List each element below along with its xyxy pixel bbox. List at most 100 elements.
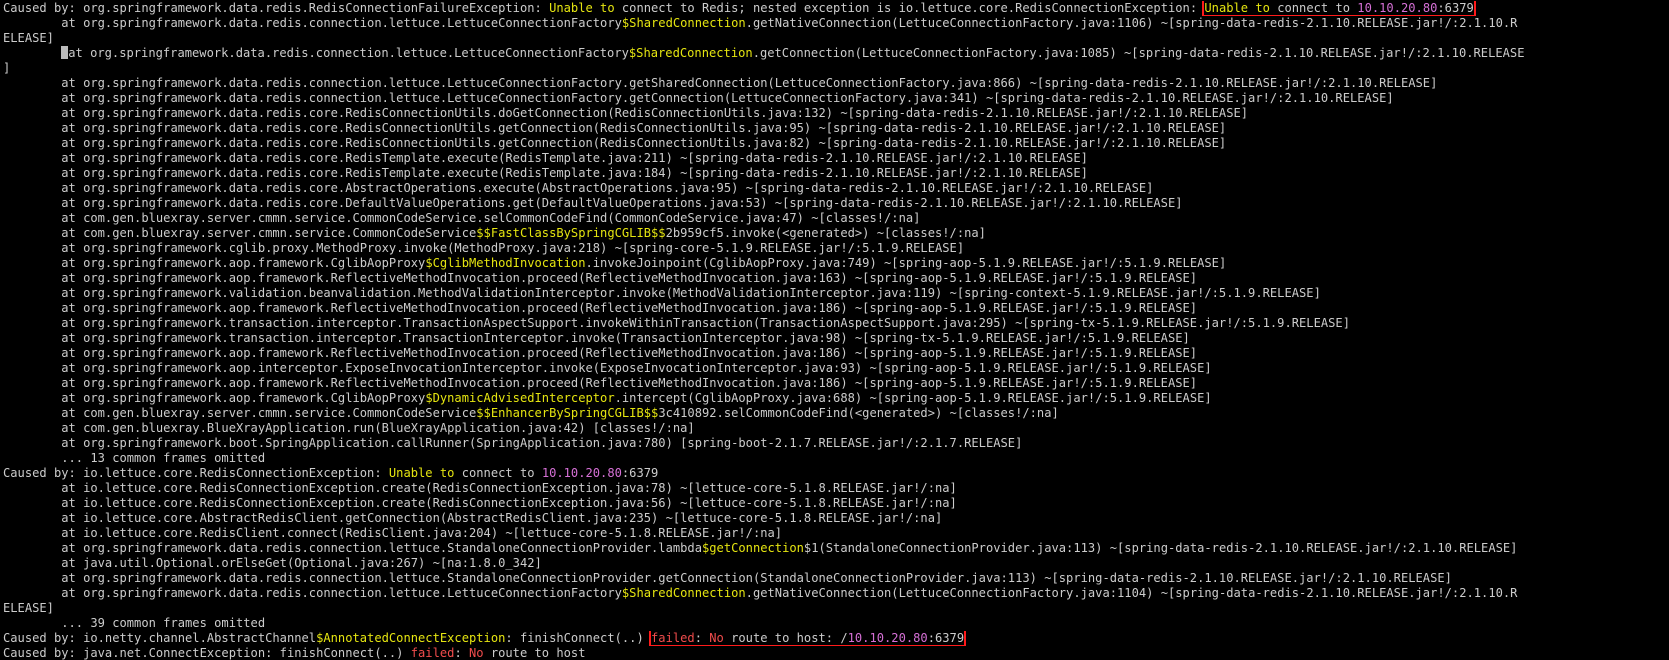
log-text: :6379	[927, 631, 965, 645]
log-line: at org.springframework.aop.framework.Cgl…	[3, 256, 1669, 271]
log-text: ELEASE]	[3, 601, 54, 615]
log-line: at org.springframework.aop.framework.Ref…	[3, 346, 1669, 361]
log-text: route to host: /	[723, 631, 848, 645]
log-text: :	[694, 631, 710, 645]
log-line: at org.springframework.data.redis.core.D…	[3, 196, 1669, 211]
log-highlight-yellow: Unable to	[1204, 1, 1270, 15]
log-text: Caused by: org.springframework.data.redi…	[3, 1, 550, 15]
log-line: at org.springframework.data.redis.connec…	[3, 586, 1669, 601]
log-text: at org.springframework.data.redis.core.R…	[3, 166, 1088, 180]
log-line: at org.springframework.aop.interceptor.E…	[3, 361, 1669, 376]
log-highlight-yellow: $$FastClassBySpringCGLIB$$	[476, 226, 666, 240]
log-line: at org.springframework.data.redis.connec…	[3, 16, 1669, 31]
log-text: at org.springframework.data.redis.core.R…	[3, 136, 1227, 150]
log-line: at org.springframework.transaction.inter…	[3, 316, 1669, 331]
log-line: Caused by: io.netty.channel.AbstractChan…	[3, 631, 1669, 646]
log-line: at io.lettuce.core.RedisClient.connect(R…	[3, 526, 1669, 541]
error-highlight-box: failed: No route to host: /10.10.20.80:6…	[649, 631, 967, 646]
log-line: at org.springframework.transaction.inter…	[3, 331, 1669, 346]
log-line: ... 13 common frames omitted	[3, 451, 1669, 466]
log-line: at org.springframework.data.redis.connec…	[3, 571, 1669, 586]
log-text: connect to Redis; nested exception is io…	[614, 1, 1205, 15]
log-text: at org.springframework.data.redis.core.R…	[3, 106, 1249, 120]
log-highlight-yellow: $getConnection	[701, 541, 804, 555]
log-text: at org.springframework.aop.framework.Ref…	[3, 376, 1198, 390]
log-text: route to host	[483, 646, 586, 660]
log-text: ]	[3, 61, 11, 75]
log-line: at org.springframework.data.redis.core.A…	[3, 181, 1669, 196]
log-text: ... 13 common frames omitted	[3, 451, 266, 465]
log-text: at java.util.Optional.orElseGet(Optional…	[3, 556, 542, 570]
log-highlight-red: failed	[410, 646, 455, 660]
log-text: at com.gen.bluexray.server.cmmn.service.…	[3, 406, 477, 420]
log-line: at org.springframework.aop.framework.Ref…	[3, 376, 1669, 391]
log-line: at io.lettuce.core.RedisConnectionExcept…	[3, 481, 1669, 496]
log-line: ... 39 common frames omitted	[3, 616, 1669, 631]
log-line: at org.springframework.data.redis.core.R…	[3, 166, 1669, 181]
log-line: at org.springframework.data.redis.core.R…	[3, 106, 1669, 121]
log-highlight-magenta: 10.10.20.80	[847, 631, 928, 645]
log-line: at org.springframework.aop.framework.Cgl…	[3, 391, 1669, 406]
log-text: at org.springframework.validation.beanva…	[3, 286, 1321, 300]
log-line: at com.gen.bluexray.BlueXrayApplication.…	[3, 421, 1669, 436]
log-text: 2b959cf5.invoke(<generated>) ~[classes!/…	[665, 226, 986, 240]
log-line: at org.springframework.data.redis.core.R…	[3, 136, 1669, 151]
log-text: at org.springframework.data.redis.connec…	[3, 16, 622, 30]
log-line: at com.gen.bluexray.server.cmmn.service.…	[3, 226, 1669, 241]
log-highlight-red: No	[709, 631, 724, 645]
log-highlight-red: No	[469, 646, 484, 660]
log-line: ELEASE]	[3, 31, 1669, 46]
log-line: ]	[3, 61, 1669, 76]
log-text: .getNativeConnection(LettuceConnectionFa…	[745, 586, 1518, 600]
log-text: at org.springframework.aop.framework.Cgl…	[3, 256, 426, 270]
log-text: :6379	[1437, 1, 1474, 15]
log-text: .getConnection(LettuceConnectionFactory.…	[752, 46, 1525, 60]
error-highlight-box: Unable to connect to 10.10.20.80:6379	[1202, 1, 1476, 16]
log-line: at org.springframework.aop.framework.Ref…	[3, 301, 1669, 316]
log-line: at com.gen.bluexray.server.cmmn.service.…	[3, 211, 1669, 226]
log-text: at org.springframework.aop.interceptor.E…	[3, 361, 1212, 375]
log-line: Caused by: org.springframework.data.redi…	[3, 1, 1669, 16]
log-text: :	[454, 646, 469, 660]
log-text: at com.gen.bluexray.server.cmmn.service.…	[3, 226, 477, 240]
log-highlight-yellow: $SharedConnection	[621, 16, 746, 30]
log-highlight-yellow: $SharedConnection	[621, 586, 746, 600]
log-text: ELEASE]	[3, 31, 54, 45]
log-line: at org.springframework.data.redis.core.R…	[3, 151, 1669, 166]
log-text: at org.springframework.data.redis.core.A…	[3, 181, 1154, 195]
log-line: at io.lettuce.core.AbstractRedisClient.g…	[3, 511, 1669, 526]
log-highlight-yellow: $DynamicAdvisedInterceptor	[425, 391, 615, 405]
log-text: :6379	[621, 466, 659, 480]
log-text: $1(StandaloneConnectionProvider.java:113…	[803, 541, 1518, 555]
log-line: at org.springframework.data.redis.core.R…	[3, 121, 1669, 136]
log-text: connect to	[454, 466, 542, 480]
log-text: at io.lettuce.core.RedisClient.connect(R…	[3, 526, 783, 540]
log-text: at org.springframework.aop.framework.Ref…	[3, 301, 1198, 315]
log-highlight-magenta: 10.10.20.80	[541, 466, 622, 480]
log-text: Caused by: java.net.ConnectException: fi…	[3, 646, 411, 660]
log-highlight-yellow: $SharedConnection	[628, 46, 753, 60]
log-text: at org.springframework.data.redis.connec…	[3, 571, 1452, 585]
log-text: Caused by: io.lettuce.core.RedisConnecti…	[3, 466, 389, 480]
terminal-output[interactable]: Caused by: org.springframework.data.redi…	[0, 0, 1669, 660]
log-text: at org.springframework.data.redis.connec…	[3, 91, 1394, 105]
log-line: Caused by: io.lettuce.core.RedisConnecti…	[3, 466, 1669, 481]
log-text: .intercept(CglibAopProxy.java:688) ~[spr…	[614, 391, 1212, 405]
log-line: at org.springframework.validation.beanva…	[3, 286, 1669, 301]
log-text: at org.springframework.aop.framework.Ref…	[3, 346, 1198, 360]
log-text: .getNativeConnection(LettuceConnectionFa…	[745, 16, 1518, 30]
log-highlight-yellow: $$EnhancerBySpringCGLIB$$	[476, 406, 659, 420]
log-text: at org.springframework.boot.SpringApplic…	[3, 436, 1023, 450]
log-line: at org.springframework.cglib.proxy.Metho…	[3, 241, 1669, 256]
log-line: at com.gen.bluexray.server.cmmn.service.…	[3, 406, 1669, 421]
log-text: at org.springframework.data.redis.core.D…	[3, 196, 1183, 210]
log-text: connect to	[1269, 1, 1358, 15]
log-highlight-yellow: $CglibMethodInvocation	[425, 256, 586, 270]
log-highlight-magenta: 10.10.20.80	[1357, 1, 1438, 15]
log-text: at io.lettuce.core.RedisConnectionExcept…	[3, 481, 957, 495]
log-text: : finishConnect(..)	[505, 631, 652, 645]
log-text: .invokeJoinpoint(CglibAopProxy.java:749)…	[585, 256, 1227, 270]
log-text: at org.springframework.data.redis.connec…	[3, 586, 622, 600]
log-highlight-yellow: $AnnotatedConnectException	[316, 631, 506, 645]
